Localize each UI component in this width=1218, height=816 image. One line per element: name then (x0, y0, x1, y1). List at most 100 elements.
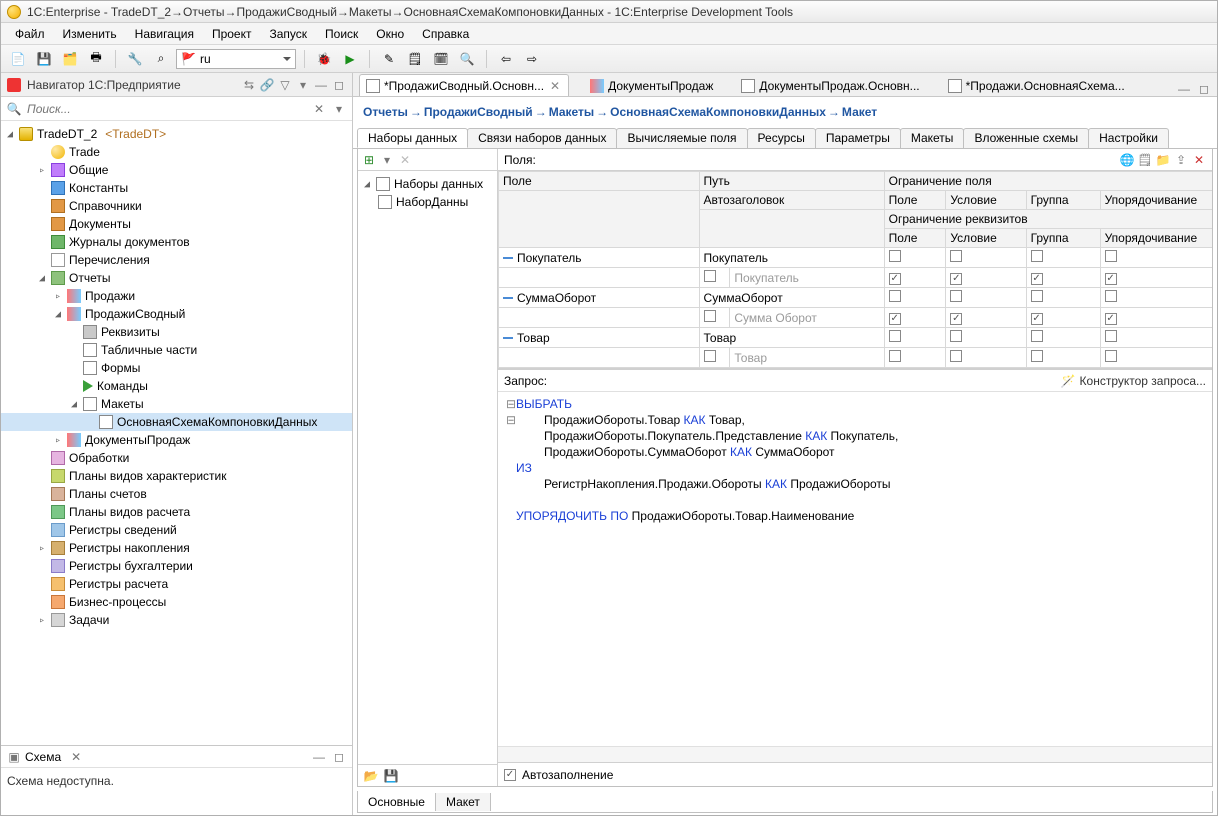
save-disk-icon[interactable]: 💾 (384, 769, 398, 783)
print-button[interactable]: 🖶 (85, 48, 107, 70)
tree-item[interactable]: ▹Продажи (1, 287, 352, 305)
sub-c2[interactable]: Условие (946, 229, 1026, 248)
editor-tab-3[interactable]: *Продажи.ОсновнаяСхема... (941, 74, 1132, 96)
search-dropdown-icon[interactable]: ▾ (332, 102, 346, 116)
delete-row-icon[interactable]: ✕ (1192, 153, 1206, 167)
tree-item[interactable]: Trade (1, 143, 352, 161)
col-path[interactable]: Путь (699, 172, 884, 191)
tree-item[interactable]: Формы (1, 359, 352, 377)
sub-o2[interactable]: Упорядочивание (1100, 229, 1212, 248)
query-builder-button[interactable]: 🪄 Конструктор запроса... (1061, 374, 1206, 388)
table-row[interactable]: Товар (499, 348, 1213, 368)
col-auto[interactable]: Автозаголовок (699, 191, 884, 210)
crumb-0[interactable]: Отчеты (363, 105, 408, 119)
tree-item[interactable]: Команды (1, 377, 352, 395)
tree-root[interactable]: ◢ TradeDT_2 <TradeDT> (1, 125, 352, 143)
save-button[interactable]: 💾 (33, 48, 55, 70)
dcs-tab-7[interactable]: Настройки (1088, 128, 1169, 148)
tree-item[interactable]: Бизнес-процессы (1, 593, 352, 611)
col-restr-attr[interactable]: Ограничение реквизитов (884, 210, 1212, 229)
tree-item[interactable]: Регистры бухгалтерии (1, 557, 352, 575)
dcs-tab-3[interactable]: Ресурсы (747, 128, 816, 148)
lang-dropdown[interactable]: 🚩 ru (176, 49, 296, 69)
remove-dataset-button[interactable]: ✕ (398, 153, 412, 167)
tree-item[interactable]: Документы (1, 215, 352, 233)
crumb-1[interactable]: ПродажиСводный (424, 105, 533, 119)
dcs-tab-2[interactable]: Вычисляемые поля (616, 128, 747, 148)
nav-fwd-button[interactable]: ⇨ (521, 48, 543, 70)
tree-item[interactable]: ◢Отчеты (1, 269, 352, 287)
menu-project[interactable]: Проект (204, 25, 260, 43)
tool-d-button[interactable]: 🔍 (456, 48, 478, 70)
bottom-tab-1[interactable]: Макет (436, 793, 491, 811)
nav-tool-menu[interactable]: ▾ (296, 78, 310, 92)
table-row[interactable]: ТоварТоварИзмерение (499, 328, 1213, 348)
autofill-checkbox[interactable] (504, 769, 516, 781)
col-restr-field[interactable]: Ограничение поля (884, 172, 1212, 191)
run-button[interactable]: ▶ (339, 48, 361, 70)
editor-tab-0[interactable]: *ПродажиСводный.Основн... ✕ (359, 74, 569, 96)
nav-tool-filter[interactable]: ▽ (278, 78, 292, 92)
menu-help[interactable]: Справка (414, 25, 477, 43)
open-config-button[interactable]: 🔧 (124, 48, 146, 70)
tree-item[interactable]: ▹Общие (1, 161, 352, 179)
tree-item[interactable]: Планы видов расчета (1, 503, 352, 521)
navigator-tree[interactable]: ◢ TradeDT_2 <TradeDT> Trade▹ОбщиеКонстан… (1, 121, 352, 745)
nav-tool-min[interactable]: — (314, 78, 328, 92)
menu-file[interactable]: Файл (7, 25, 53, 43)
tool-b-button[interactable]: 🗒 (404, 48, 426, 70)
table-row[interactable]: СуммаОборотСуммаОборот (499, 288, 1213, 308)
query-text[interactable]: ⊟ВЫБРАТЬ⊟ПродажиОбороты.Товар КАК Товар,… (498, 392, 1212, 746)
nav-tool-collapse[interactable]: ⇆ (242, 78, 256, 92)
col-field[interactable]: Поле (499, 172, 700, 191)
sub-o1[interactable]: Упорядочивание (1100, 191, 1212, 210)
tool-a-button[interactable]: ✎ (378, 48, 400, 70)
tree-item[interactable]: ▹Регистры накопления (1, 539, 352, 557)
tree-item[interactable]: ▹ДокументыПродаж (1, 431, 352, 449)
schema-close-icon[interactable]: ✕ (69, 750, 83, 764)
tree-item[interactable]: Регистры расчета (1, 575, 352, 593)
tool-c-button[interactable]: 🗓 (430, 48, 452, 70)
sub-f2[interactable]: Поле (884, 229, 946, 248)
nav-tool-link[interactable]: 🔗 (260, 78, 274, 92)
menu-window[interactable]: Окно (368, 25, 412, 43)
sub-f1[interactable]: Поле (884, 191, 946, 210)
tree-item[interactable]: Обработки (1, 449, 352, 467)
add-col-icon[interactable]: 🗒 (1138, 153, 1152, 167)
menu-nav[interactable]: Навигация (127, 25, 202, 43)
editor-tab-2[interactable]: ДокументыПродаж.Основн... (734, 74, 926, 96)
add-dataset-button[interactable]: ⊞ (362, 153, 376, 167)
tree-item[interactable]: ▹Задачи (1, 611, 352, 629)
dataset-item-0[interactable]: НаборДанны (360, 193, 495, 211)
bottom-tab-0[interactable]: Основные (358, 793, 436, 811)
search-clear-icon[interactable]: ✕ (312, 102, 326, 116)
crumb-4[interactable]: Макет (842, 105, 877, 119)
editor-min[interactable]: — (1177, 82, 1191, 96)
dcs-tab-1[interactable]: Связи наборов данных (467, 128, 617, 148)
dataset-root[interactable]: ◢ Наборы данных (360, 175, 495, 193)
add-row-icon[interactable]: ⇪ (1174, 153, 1188, 167)
close-icon[interactable]: ✕ (548, 79, 562, 93)
tree-item[interactable]: Планы видов характеристик (1, 467, 352, 485)
nav-back-button[interactable]: ⇦ (495, 48, 517, 70)
tree-item[interactable]: ◢ПродажиСводный (1, 305, 352, 323)
sub-g1[interactable]: Группа (1026, 191, 1100, 210)
crumb-2[interactable]: Макеты (549, 105, 594, 119)
dcs-tab-4[interactable]: Параметры (815, 128, 901, 148)
editor-tab-1[interactable]: ДокументыПродаж (583, 74, 720, 96)
editor-max[interactable]: ◻ (1197, 82, 1211, 96)
table-row[interactable]: Сумма Оборот (499, 308, 1213, 328)
tree-item[interactable]: Планы счетов (1, 485, 352, 503)
fields-grid[interactable]: Поле Путь Ограничение поля Роль Выражени… (498, 171, 1212, 369)
nav-tool-max[interactable]: ◻ (332, 78, 346, 92)
table-row[interactable]: Покупатель (499, 268, 1213, 288)
tree-item[interactable]: Табличные части (1, 341, 352, 359)
menu-edit[interactable]: Изменить (55, 25, 125, 43)
tree-item[interactable]: Журналы документов (1, 233, 352, 251)
menu-search[interactable]: Поиск (317, 25, 366, 43)
tree-item[interactable]: Реквизиты (1, 323, 352, 341)
new-button[interactable]: 📄 (7, 48, 29, 70)
dataset-dropdown[interactable]: ▾ (380, 153, 394, 167)
schema-max[interactable]: ◻ (332, 750, 346, 764)
save-all-button[interactable]: 🗂️ (59, 48, 81, 70)
